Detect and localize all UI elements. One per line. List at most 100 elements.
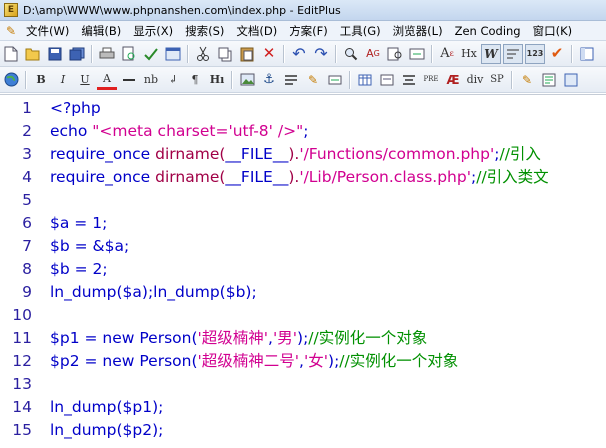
symbol-icon[interactable]: Æ (443, 70, 463, 90)
pre-button[interactable]: PRE (421, 70, 441, 90)
code-token: = new Person( (79, 352, 198, 370)
code-token: $p2 (50, 352, 80, 370)
font-icon[interactable]: Aε (437, 44, 457, 64)
align-center-icon[interactable] (399, 70, 419, 90)
print-icon[interactable] (97, 44, 117, 64)
paste-icon[interactable] (237, 44, 257, 64)
check-mark-icon[interactable]: ✔ (547, 44, 567, 64)
code-line[interactable]: 12 $p2 = new Person('超级楠神二号','女');//实例化一个… (0, 350, 606, 373)
html-toolbar: B I U A nb ↲ ¶ Hı ⚓ ✎ PRE Æ div SP ✎ (0, 67, 606, 93)
save-icon[interactable] (45, 44, 65, 64)
code-line[interactable]: 11 $p1 = new Person('超级楠神','男');//实例化一个对象 (0, 327, 606, 350)
anchor-icon[interactable]: ⚓ (259, 70, 279, 90)
code-text: <?php (50, 97, 101, 120)
save-all-icon[interactable] (67, 44, 87, 64)
toolbar-separator (335, 44, 337, 63)
open-folder-icon[interactable] (23, 44, 43, 64)
horizontal-rule-icon[interactable] (119, 70, 139, 90)
line-number: 14 (12, 398, 32, 416)
menu-search[interactable]: 搜索(S) (179, 21, 230, 40)
redo-icon[interactable]: ↷ (311, 44, 331, 64)
code-line[interactable]: 1 <?php (0, 97, 606, 120)
code-editor[interactable]: 1 <?php 2 echo "<meta charset='utf-8' />"; 3… (0, 94, 606, 448)
line-number-toggle-icon[interactable]: 123 (525, 43, 545, 64)
nbsp-button[interactable]: nb (141, 70, 161, 90)
code-line[interactable]: 4 require_once dirname(__FILE__).'/Lib/Pe… (0, 166, 606, 189)
code-line[interactable]: 13 (0, 373, 606, 396)
code-line[interactable]: 6 $a = 1; (0, 212, 606, 235)
line-number: 9 (22, 283, 32, 301)
code-line[interactable]: 5 (0, 189, 606, 212)
code-text: $p1 = new Person('超级楠神','男');//实例化一个对象 (50, 327, 427, 350)
heading-hx-icon[interactable]: Hx (459, 44, 479, 64)
italic-button[interactable]: I (53, 70, 73, 90)
div-button[interactable]: div (465, 70, 485, 90)
code-text: ln_dump($a);ln_dump($b); (50, 281, 257, 304)
code-text: $p2 = new Person('超级楠神二号','女');//实例化一个对象 (50, 350, 458, 373)
main-toolbar: ✕ ↶ ↷ AG Aε Hx W 123 ✔ (0, 41, 606, 67)
cut-icon[interactable] (193, 44, 213, 64)
goto-line-icon[interactable] (407, 44, 427, 64)
edit-doc-icon[interactable]: ✎ (517, 70, 537, 90)
code-token: '女' (303, 352, 329, 370)
underline-button[interactable]: U (75, 70, 95, 90)
toolbar-separator (571, 44, 573, 63)
span-button[interactable]: SP (487, 70, 507, 90)
code-line[interactable]: 8 $b = 2; (0, 258, 606, 281)
font-color-button[interactable]: A (97, 70, 117, 90)
code-line[interactable]: 3 require_once dirname(__FILE__).'/Functi… (0, 143, 606, 166)
style-icon[interactable] (539, 70, 559, 90)
code-token: $a (50, 214, 70, 232)
find-icon[interactable] (341, 44, 361, 64)
globe-icon[interactable] (1, 70, 21, 90)
menu-zencoding[interactable]: Zen Coding (449, 21, 527, 40)
menu-browser[interactable]: 浏览器(L) (387, 21, 449, 40)
delete-icon[interactable]: ✕ (259, 44, 279, 64)
menu-document[interactable]: 文档(D) (230, 21, 283, 40)
list-icon[interactable] (281, 70, 301, 90)
menu-view[interactable]: 显示(X) (127, 21, 179, 40)
code-text: $b = &$a; (50, 235, 129, 258)
line-number: 7 (22, 237, 32, 255)
print-preview-icon[interactable] (119, 44, 139, 64)
table-icon[interactable] (355, 70, 375, 90)
spellcheck-icon[interactable] (141, 44, 161, 64)
code-line[interactable]: 10 (0, 304, 606, 327)
code-token: $b (225, 283, 246, 301)
menu-edit[interactable]: 编辑(B) (75, 21, 127, 40)
code-text: $a = 1; (50, 212, 107, 235)
code-token: $a (122, 283, 142, 301)
browser-preview-icon[interactable] (163, 44, 183, 64)
word-wrap-w-icon[interactable]: W (481, 43, 501, 64)
line-break-icon[interactable]: ↲ (163, 70, 183, 90)
heading-button[interactable]: Hı (207, 70, 227, 90)
copy-icon[interactable] (215, 44, 235, 64)
new-file-icon[interactable] (1, 44, 21, 64)
window-layout-icon[interactable] (577, 44, 597, 64)
menu-tools[interactable]: 工具(G) (334, 21, 387, 40)
bold-button[interactable]: B (31, 70, 51, 90)
code-line[interactable]: 15 ln_dump($p2); (0, 419, 606, 442)
code-token: ). (288, 168, 300, 186)
paragraph-button[interactable]: ¶ (185, 70, 205, 90)
code-line[interactable]: 9 ln_dump($a);ln_dump($b); (0, 281, 606, 304)
replace-icon[interactable]: AG (363, 44, 383, 64)
menu-project[interactable]: 方案(F) (283, 21, 334, 40)
menu-window[interactable]: 窗口(K) (527, 21, 579, 40)
edit-pencil-icon[interactable]: ✎ (303, 70, 323, 90)
image-icon[interactable] (237, 70, 257, 90)
undo-icon[interactable]: ↶ (289, 44, 309, 64)
form-icon[interactable] (377, 70, 397, 90)
code-token: $b (50, 260, 70, 278)
code-line[interactable]: 2 echo "<meta charset='utf-8' />"; (0, 120, 606, 143)
comment-icon[interactable] (325, 70, 345, 90)
word-wrap-toggle-icon[interactable] (503, 43, 523, 64)
tag-icon[interactable] (561, 70, 581, 90)
code-token: ); (297, 329, 309, 347)
menu-bar: ✎ 文件(W) 编辑(B) 显示(X) 搜索(S) 文档(D) 方案(F) 工具… (0, 21, 606, 41)
menu-file[interactable]: 文件(W) (20, 21, 75, 40)
line-number: 1 (22, 99, 32, 117)
code-line[interactable]: 14 ln_dump($p1); (0, 396, 606, 419)
find-in-files-icon[interactable] (385, 44, 405, 64)
code-line[interactable]: 7 $b = &$a; (0, 235, 606, 258)
